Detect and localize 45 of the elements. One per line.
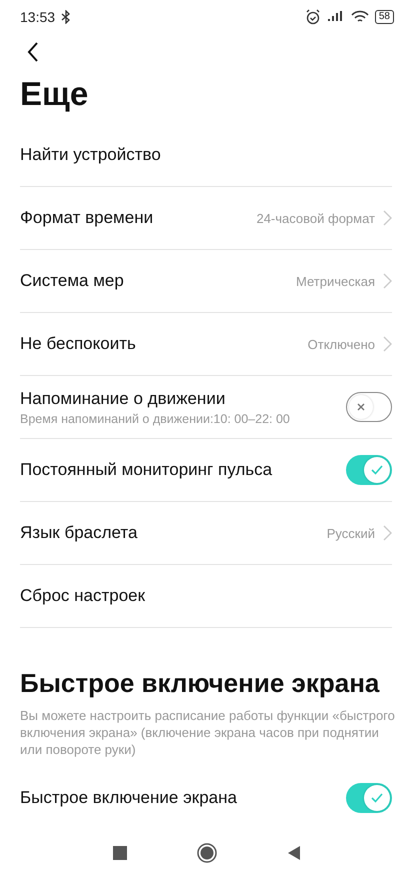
status-time: 13:53: [20, 9, 56, 25]
row-subtitle: Время напоминаний о движении:10: 00–22: 00: [20, 412, 291, 426]
cross-icon: [356, 402, 366, 412]
row-label: Не беспокоить: [20, 334, 137, 354]
alarm-icon: [304, 9, 321, 25]
page-title: Еще: [20, 74, 90, 114]
bluetooth-icon: [61, 10, 72, 24]
row-label: Быстрое включение экрана: [20, 788, 238, 808]
row-value: Русский: [326, 526, 375, 540]
settings-row[interactable]: Постоянный мониторинг пульса: [20, 439, 392, 502]
check-icon: [371, 465, 383, 475]
row-label: Сброс настроек: [20, 586, 146, 606]
settings-row[interactable]: Быстрое включение экрана: [20, 768, 392, 828]
settings-row[interactable]: Не беспокоить Отключено: [20, 313, 392, 376]
chevron-icon: [383, 336, 392, 352]
check-icon: [371, 793, 383, 803]
row-label: Система мер: [20, 271, 125, 291]
battery-indicator: 58: [374, 10, 394, 24]
settings-row[interactable]: Система мер Метрическая: [20, 250, 392, 313]
wifi-icon: [350, 10, 369, 24]
row-label: Язык браслета: [20, 523, 138, 543]
chevron-icon: [383, 210, 392, 226]
toggle-switch[interactable]: [346, 783, 392, 813]
settings-row[interactable]: Язык браслета Русский: [20, 502, 392, 565]
settings-row[interactable]: Найти устройство: [20, 124, 392, 187]
signal-icon: [326, 10, 345, 24]
row-label: Найти устройство: [20, 145, 162, 165]
toggle-switch[interactable]: [346, 455, 392, 485]
settings-row[interactable]: Напоминание о движении Время напоминаний о движении:10: 00–22: 00: [20, 376, 392, 439]
row-value: 24-часовой формат: [256, 210, 375, 226]
settings-row[interactable]: Формат времени 24-часовой формат: [20, 187, 392, 250]
settings-row[interactable]: Сброс настроек: [20, 565, 392, 628]
chevron-icon: [383, 525, 392, 541]
home-icon[interactable]: [197, 843, 217, 863]
row-value: Отключено: [308, 336, 375, 352]
chevron-icon: [383, 273, 392, 289]
back-icon: [26, 40, 40, 62]
section-title: Быстрое включение экрана: [20, 668, 380, 699]
row-label: Напоминание о движении: [20, 388, 226, 408]
section-description: Вы можете настроить расписание работы функции «быстрого включения экрана» (включение экрана часов при поднятии или повороте руки): [20, 707, 396, 758]
row-label: Формат времени: [20, 208, 154, 228]
row-value: Метрическая: [296, 274, 375, 288]
back-nav-icon[interactable]: [287, 845, 301, 861]
row-label: Постоянный мониторинг пульса: [20, 460, 274, 480]
toggle-switch[interactable]: [346, 392, 392, 422]
